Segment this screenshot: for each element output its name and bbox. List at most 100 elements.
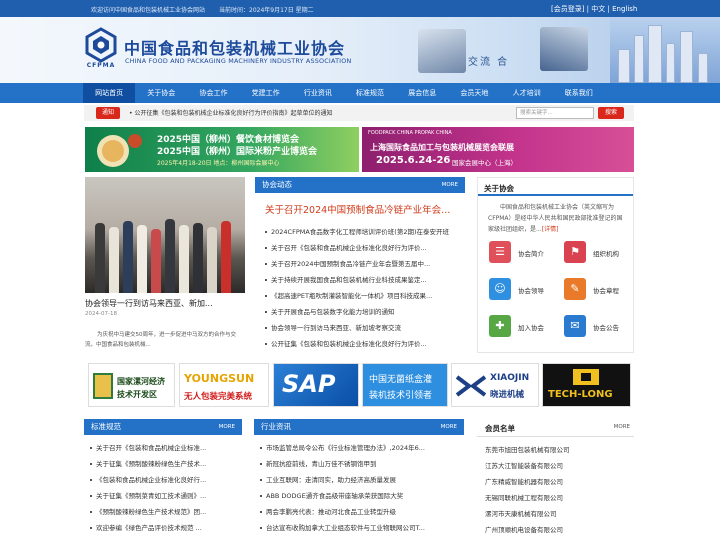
about-link-join[interactable]: ✚ 加入协会 bbox=[478, 315, 548, 339]
expo-banner-liuzhou[interactable]: 2025中国（柳州）餐饮食材博览会 2025中国（柳州）国际米粉产业博览会 20… bbox=[85, 127, 359, 172]
association-news-title: 协会动态 bbox=[262, 180, 292, 189]
list-item[interactable]: 江苏大江智能装备有限公司 bbox=[485, 458, 633, 474]
list-item[interactable]: 工业互联网：走清同实，助力经济高质量发展 bbox=[260, 472, 462, 488]
about-panel: 关于协会 中国食品和包装机械工业协会（英文缩写为CFPMA）是经中华人民共和国民… bbox=[477, 177, 634, 353]
list-item[interactable]: 《预制酸辣粉绿色生产技术规范》团... bbox=[90, 504, 240, 520]
members-list: 东莞市旭田包装机械有限公司 江苏大江智能装备有限公司 广东精威智能机器有限公司 … bbox=[485, 442, 633, 538]
list-item[interactable]: 关于征集《预制菜青如工技术通则》... bbox=[90, 488, 240, 504]
notice-search-bar: 通知 • 公开征集《包装和包装机械企业标准化良好行为评价指南》起草单位的通知 搜… bbox=[84, 105, 634, 121]
about-header: 关于协会 bbox=[478, 178, 633, 196]
feature-photo[interactable] bbox=[85, 177, 245, 293]
list-item[interactable]: 公开征集《包装和包装机械企业标准化良好行为评价... bbox=[265, 336, 465, 352]
list-item[interactable]: 欢迎参编《绿色产品评价技术规范 ... bbox=[90, 520, 240, 536]
search-input[interactable]: 搜索关键字... bbox=[516, 107, 594, 119]
list-item[interactable]: 关于召开《包装和食品机械企业标准... bbox=[90, 440, 240, 456]
members-header: 会员名单 MORE bbox=[477, 419, 634, 437]
list-item[interactable]: 广东精威智能机器有限公司 bbox=[485, 474, 633, 490]
top-bar: 欢迎访问中国食品和包装机械工业协会网站 当前时间：2024年9月17日 星期二 … bbox=[0, 0, 720, 17]
news-headline[interactable]: 关于召开2024中国预制食品冷链产业年会... bbox=[265, 202, 450, 216]
list-item[interactable]: 台达宣布收购加拿大工业组态软件与工业物联网公司T... bbox=[260, 520, 462, 536]
machine-image-2 bbox=[540, 27, 588, 71]
nav-item-home[interactable]: 网站首页 bbox=[83, 83, 136, 103]
about-more-link[interactable]: [详情] bbox=[542, 226, 559, 233]
about-link-intro[interactable]: ☰ 协会简介 bbox=[478, 241, 548, 265]
doc-icon: ✎ bbox=[564, 278, 586, 300]
banner-right-line2: 2025.6.24-26 bbox=[376, 155, 451, 166]
nav-item-contact[interactable]: 联系我们 bbox=[553, 83, 605, 103]
city-skyline-image bbox=[610, 17, 720, 83]
list-item[interactable]: 两会李鹏亮代表：推动河北食品工业转型升级 bbox=[260, 504, 462, 520]
machine-image bbox=[418, 29, 466, 73]
association-name-cn: 中国食品和包装机械工业协会 bbox=[124, 39, 346, 58]
search-button[interactable]: 搜索 bbox=[598, 107, 624, 119]
banner-right-line1: 上海国际食品加工与包装机械展览会联展 bbox=[370, 143, 514, 152]
partner-logo-youngsun[interactable]: YOUNGSUN 无人包装完美系统 bbox=[179, 363, 269, 407]
about-link-notice[interactable]: ✉ 协会公告 bbox=[553, 315, 623, 339]
partner-logo-luohe[interactable]: 国家漯河经济 技术开发区 bbox=[88, 363, 175, 407]
partner-logo-sap[interactable]: SAP bbox=[273, 363, 359, 407]
banner-right-brands: FOODPACK CHINA PROPAK CHINA bbox=[368, 130, 452, 136]
site-header: CFPMA 中国食品和包装机械工业协会 CHINA FOOD AND PACKA… bbox=[0, 17, 720, 83]
banner-right-line3: 国家会展中心（上海） bbox=[452, 159, 517, 167]
list-item[interactable]: 关于召开《包装和食品机械企业标准化良好行为评价... bbox=[265, 240, 465, 256]
list-item[interactable]: ABB DODGE通齐食品级带座轴承荣获国际大奖 bbox=[260, 488, 462, 504]
nav-item-work[interactable]: 协会工作 bbox=[187, 83, 239, 103]
standards-title: 标准规范 bbox=[91, 422, 121, 431]
logo-abbr: CFPMA bbox=[86, 62, 116, 69]
industry-news-header: 行业资讯 MORE bbox=[254, 419, 464, 435]
list-item[interactable]: 广州顶顺机电设备有限公司 bbox=[485, 522, 633, 538]
xiaojin-mark-icon bbox=[455, 375, 487, 397]
about-link-org[interactable]: ⚑ 组织机构 bbox=[553, 241, 623, 265]
partner-logos: 国家漯河经济 技术开发区 YOUNGSUN 无人包装完美系统 SAP 中国无菌纸… bbox=[85, 361, 634, 411]
header-slogan: 交流 合 bbox=[468, 57, 510, 68]
nav-item-members[interactable]: 会员天地 bbox=[448, 83, 500, 103]
members-more-link[interactable]: MORE bbox=[614, 424, 630, 430]
banner-left-line2: 2025中国（柳州）国际米粉产业博览会 bbox=[157, 147, 318, 157]
industry-news-title: 行业资讯 bbox=[261, 422, 291, 431]
list-item[interactable]: 《包装和食品机械企业标准化良好行... bbox=[90, 472, 240, 488]
standards-more-link[interactable]: MORE bbox=[219, 419, 235, 435]
list-item[interactable]: 协会领导一行到访马来西亚、新加坡考察交流 bbox=[265, 320, 465, 336]
about-link-leaders[interactable]: ☺ 协会领导 bbox=[478, 278, 548, 302]
list-item[interactable]: 无锡同联机械工程有限公司 bbox=[485, 490, 633, 506]
list-item[interactable]: 关于持续开展我国食品和包装机械行业科技成果鉴定... bbox=[265, 272, 465, 288]
list-item[interactable]: 2024CFPMA食品数字化工程师培训评价班(第2期)在泰安开班 bbox=[265, 224, 465, 240]
nav-item-standards[interactable]: 标准规范 bbox=[344, 83, 396, 103]
welcome-text: 欢迎访问中国食品和包装机械工业协会网站 bbox=[91, 7, 206, 14]
partner-logo-xiaojin[interactable]: XIAOJIN 晓进机械 bbox=[451, 363, 539, 407]
banner-left-line3: 2025年4月18-20日 地点：柳州国际会展中心 bbox=[157, 160, 280, 167]
about-link-charter[interactable]: ✎ 协会章程 bbox=[553, 278, 623, 302]
nav-item-industry-news[interactable]: 行业资讯 bbox=[292, 83, 344, 103]
login-language-links[interactable]: [会员登录] | 中文 | English bbox=[551, 4, 637, 14]
list-item[interactable]: 新冠抗疫前线，青山万佳不锈钢饱甲到 bbox=[260, 456, 462, 472]
association-news-list: 2024CFPMA食品数字化工程师培训评价班(第2期)在泰安开班 关于召开《包装… bbox=[265, 224, 465, 352]
expo-banner-shanghai[interactable]: FOODPACK CHINA PROPAK CHINA 上海国际食品加工与包装机… bbox=[362, 127, 634, 172]
current-date: 当前时间：2024年9月17日 星期二 bbox=[219, 7, 314, 14]
partner-logo-techlong[interactable]: TECH-LONG bbox=[542, 363, 631, 407]
main-nav: 网站首页 关于协会 协会工作 党建工作 行业资讯 标准规范 展会信息 会员天地 … bbox=[0, 83, 720, 103]
people-icon: ☺ bbox=[489, 278, 511, 300]
association-news-more-link[interactable]: MORE bbox=[442, 177, 458, 193]
list-item[interactable]: 《超高速PET瓶吹制灌装智能化一体机》项目科技成果... bbox=[265, 288, 465, 304]
list-item[interactable]: 漯河市天康机械有限公司 bbox=[485, 506, 633, 522]
standards-list: 关于召开《包装和食品机械企业标准... 关于征集《预制酸辣粉绿色生产技术... … bbox=[90, 440, 240, 536]
notice-ticker[interactable]: • 公开征集《包装和包装机械企业标准化良好行为评价指南》起草单位的通知 bbox=[129, 108, 332, 117]
members-title: 会员名单 bbox=[485, 424, 515, 433]
list-item[interactable]: 关于开展食品与包装数字化能力培训的通知 bbox=[265, 304, 465, 320]
list-item[interactable]: 东莞市旭田包装机械有限公司 bbox=[485, 442, 633, 458]
feature-title[interactable]: 协会领导一行到访马来西亚、新加... bbox=[85, 298, 213, 309]
nav-item-training[interactable]: 人才培训 bbox=[501, 83, 553, 103]
feature-date: 2024-07-18 bbox=[85, 311, 117, 317]
list-item[interactable]: 关于召开2024中国预制食品冷链产业年会暨第五届中... bbox=[265, 256, 465, 272]
nav-item-about[interactable]: 关于协会 bbox=[135, 83, 187, 103]
nav-item-party[interactable]: 党建工作 bbox=[240, 83, 292, 103]
info-icon: ☰ bbox=[489, 241, 511, 263]
cfpma-logo[interactable]: CFPMA bbox=[84, 27, 118, 71]
list-item[interactable]: 市场监管总局令公布《行业标准管理办法》,2024年6... bbox=[260, 440, 462, 456]
list-item[interactable]: 关于征集《预制酸辣粉绿色生产技术... bbox=[90, 456, 240, 472]
partner-logo-aseptic[interactable]: 中国无菌纸盒灌 装机技术引领者 bbox=[362, 363, 448, 407]
about-intro: 中国食品和包装机械工业协会（英文缩写为CFPMA）是经中华人民共和国民政部批准登… bbox=[488, 204, 623, 233]
nav-item-exhibitions[interactable]: 展会信息 bbox=[396, 83, 448, 103]
feature-description: 为庆祝中马建交50周年，进一步促进中马双方的合作与交流，中国食品和包装机械... bbox=[85, 332, 237, 348]
industry-news-more-link[interactable]: MORE bbox=[441, 419, 457, 435]
